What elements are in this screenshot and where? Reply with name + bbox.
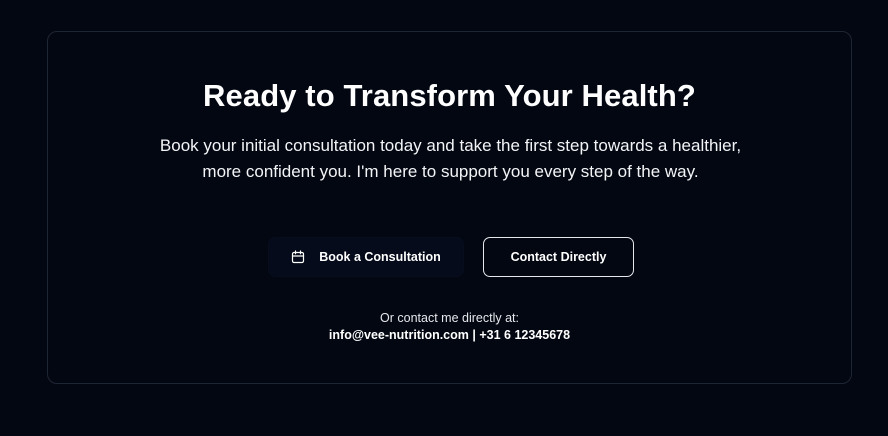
contact-phone[interactable]: +31 6 12345678 <box>479 328 570 342</box>
book-consultation-button[interactable]: Book a Consultation <box>268 237 464 277</box>
contact-directly-button[interactable]: Contact Directly <box>483 237 634 277</box>
book-consultation-label: Book a Consultation <box>319 250 441 264</box>
contact-separator: | <box>468 328 480 342</box>
contact-email[interactable]: info@vee-nutrition.com <box>329 328 469 342</box>
contact-directly-label: Contact Directly <box>510 250 607 264</box>
contact-note: Or contact me directly at: <box>380 311 519 325</box>
cta-title: Ready to Transform Your Health? <box>203 78 696 113</box>
cta-description: Book your initial consultation today and… <box>159 136 742 181</box>
calendar-icon <box>291 250 305 264</box>
cta-card: Ready to Transform Your Health? Book you… <box>47 31 852 384</box>
contact-details: info@vee-nutrition.com | +31 6 12345678 <box>48 326 851 344</box>
